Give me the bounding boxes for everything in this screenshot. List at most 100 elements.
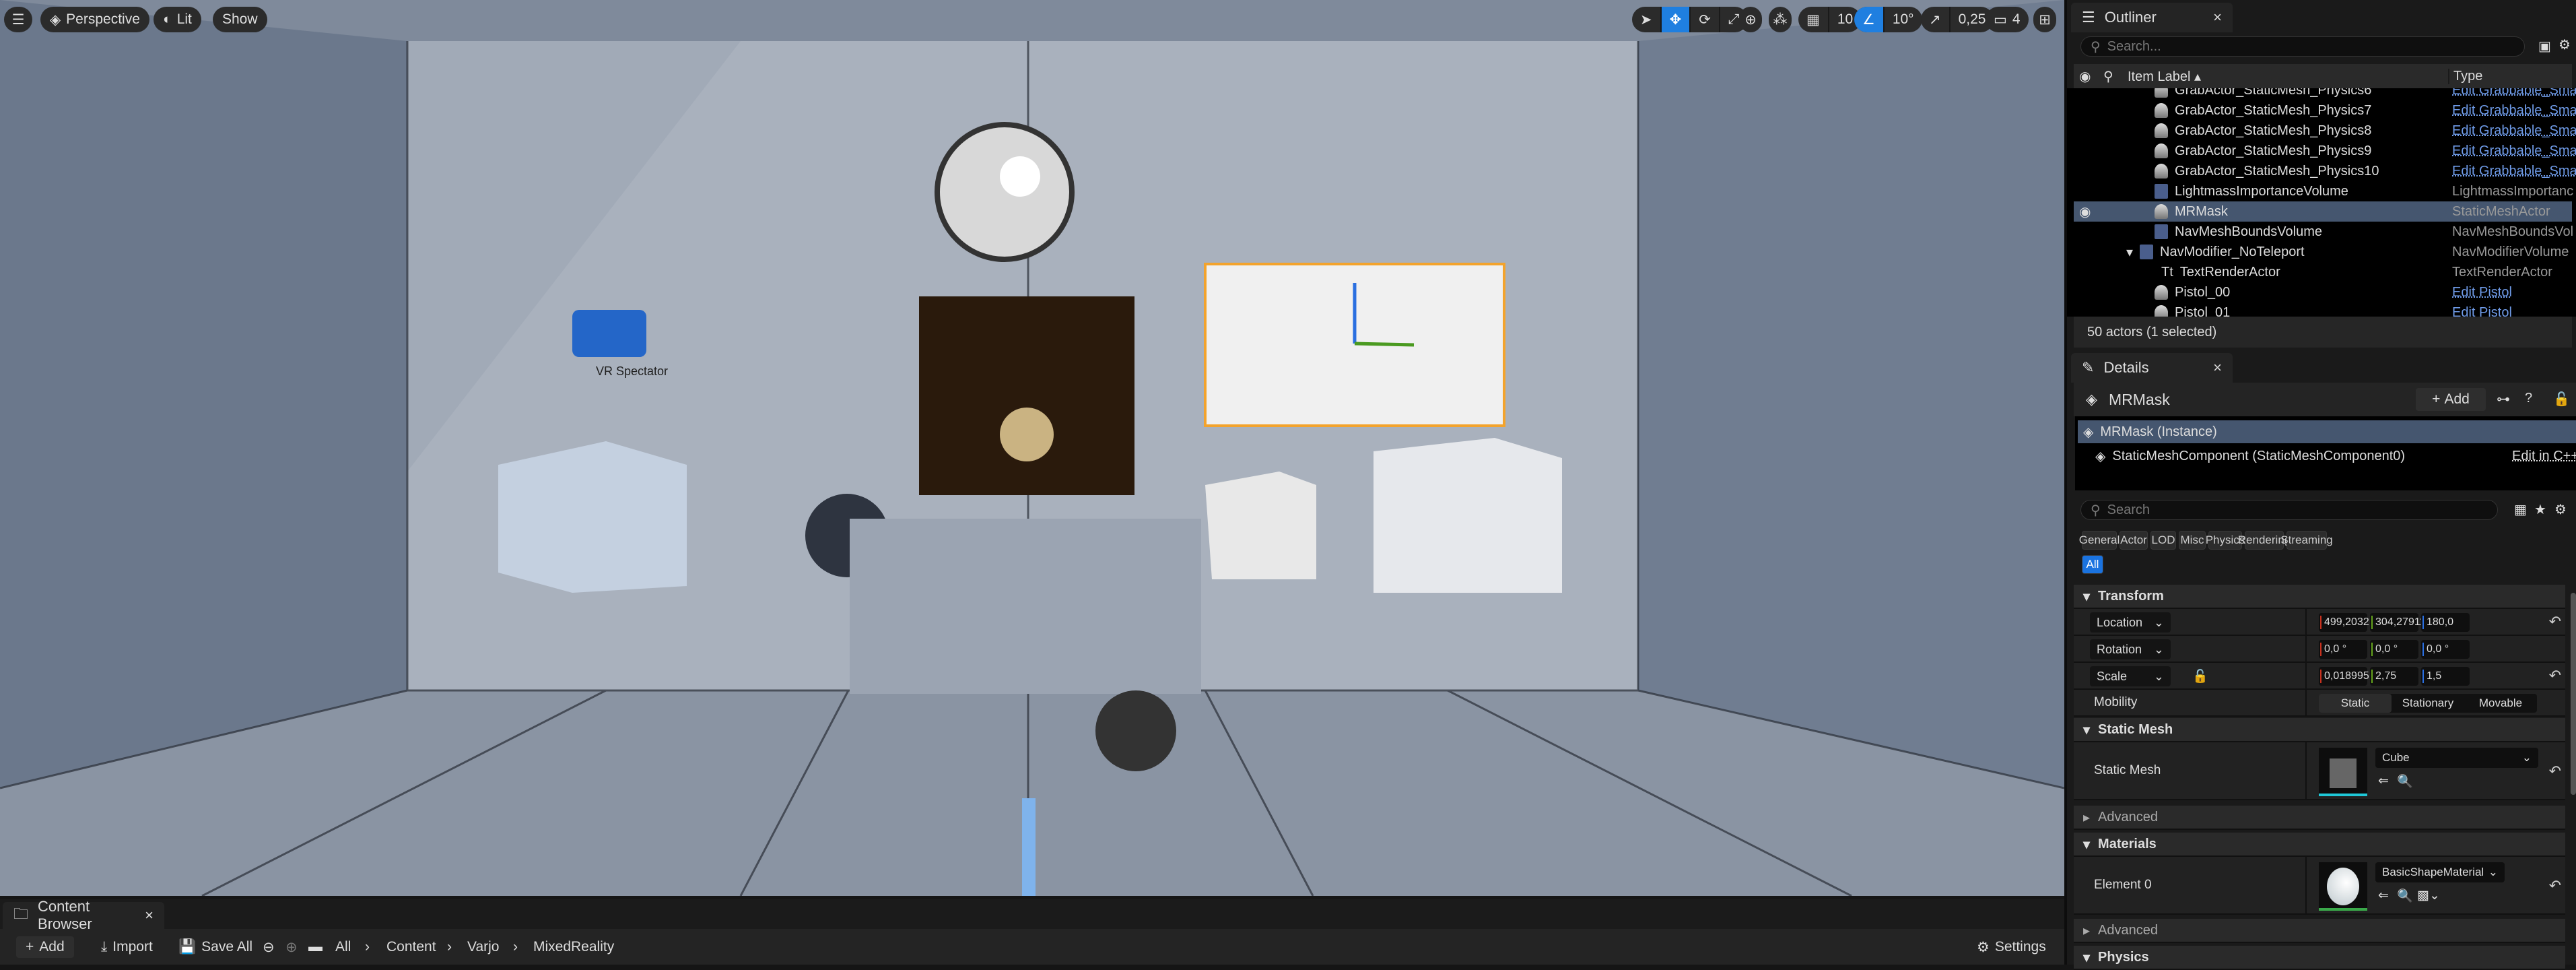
camera-speed-button[interactable]: ▭ 4: [1986, 7, 2029, 32]
lock-icon[interactable]: 🔓: [2192, 668, 2208, 684]
reset-icon[interactable]: ↶: [2549, 763, 2561, 780]
rotation-y-field[interactable]: 0,0 °: [2370, 640, 2418, 659]
grid-view-icon[interactable]: ▦: [2514, 501, 2527, 518]
layout-button[interactable]: ⊞: [2033, 7, 2056, 32]
add-button[interactable]: + Add: [16, 936, 74, 958]
close-icon[interactable]: ×: [145, 907, 154, 924]
item-type[interactable]: Edit Grabbable_Sma: [2452, 103, 2576, 119]
scale-x-field[interactable]: 0,018995: [2319, 667, 2369, 686]
item-type[interactable]: Edit Grabbable_Sma: [2452, 164, 2576, 179]
outliner-row[interactable]: GrabActor_StaticMesh_Physics8 Edit Grabba…: [2074, 121, 2576, 141]
eye-icon[interactable]: ◉: [2079, 68, 2091, 85]
surface-snap-button[interactable]: ⁂: [1769, 7, 1792, 32]
checker-icon[interactable]: ▩⌄: [2417, 888, 2440, 903]
translate-tool-icon[interactable]: ✥: [1660, 7, 1690, 32]
rotation-snap-button[interactable]: ∠ 10°: [1854, 7, 1922, 32]
section-static-mesh[interactable]: ▾ Static Mesh: [2074, 718, 2565, 742]
filter-actor[interactable]: Actor: [2120, 531, 2148, 550]
breadcrumb-content[interactable]: Content: [386, 936, 436, 958]
item-type[interactable]: Edit Pistol: [2452, 305, 2576, 317]
rotation-z-field[interactable]: 0,0 °: [2421, 640, 2470, 659]
outliner-row[interactable]: GrabActor_StaticMesh_Physics6 Edit Grabba…: [2074, 88, 2576, 100]
section-advanced[interactable]: ▸ Advanced: [2074, 919, 2565, 943]
scale-dropdown[interactable]: Scale ⌄: [2090, 666, 2171, 686]
column-item-label[interactable]: Item Label ▴: [2128, 68, 2201, 85]
close-icon[interactable]: ×: [2213, 9, 2222, 26]
component-row-instance[interactable]: ◈ MRMask (Instance): [2078, 420, 2576, 443]
mobility-static[interactable]: Static: [2319, 694, 2392, 713]
outliner-row[interactable]: GrabActor_StaticMesh_Physics10 Edit Grabb…: [2074, 161, 2576, 181]
outliner-row[interactable]: NavMeshBoundsVolume NavMeshBoundsVol: [2074, 222, 2573, 242]
outliner-row[interactable]: Tt TextRenderActor TextRenderActor: [2074, 262, 2572, 282]
section-materials[interactable]: ▾ Materials: [2074, 833, 2565, 857]
perspective-button[interactable]: ◈ Perspective: [40, 7, 149, 32]
browse-icon[interactable]: 🔍: [2397, 888, 2413, 904]
item-type[interactable]: Edit Pistol: [2452, 285, 2576, 300]
section-advanced[interactable]: ▸ Advanced: [2074, 806, 2565, 830]
outliner-row[interactable]: Pistol_00 Edit Pistol: [2074, 282, 2572, 302]
edit-in-cpp-link[interactable]: Edit in C++: [2512, 449, 2576, 464]
location-y-field[interactable]: 304,279114: [2370, 613, 2431, 632]
outliner-row[interactable]: Pistol_01 Edit Pistol: [2074, 302, 2572, 317]
star-icon[interactable]: ★: [2534, 501, 2546, 518]
location-dropdown[interactable]: Location ⌄: [2090, 612, 2171, 633]
add-component-button[interactable]: + Add: [2416, 388, 2486, 411]
lock-icon[interactable]: 🔓: [2553, 391, 2570, 408]
breadcrumb-mixedreality[interactable]: MixedReality: [533, 936, 614, 958]
gear-icon[interactable]: ⚙: [2558, 36, 2571, 53]
expand-arrow-icon[interactable]: ▾: [2126, 244, 2133, 261]
rotation-x-field[interactable]: 0,0 °: [2319, 640, 2367, 659]
scale-snap-button[interactable]: ↗ 0,25: [1921, 7, 1994, 32]
filter-rendering[interactable]: Rendering: [2238, 531, 2291, 550]
outliner-row[interactable]: GrabActor_StaticMesh_Physics7 Edit Grabba…: [2074, 100, 2576, 121]
player-start-arrow[interactable]: [1022, 798, 1036, 896]
use-selected-icon[interactable]: ⇐: [2378, 773, 2389, 789]
mobility-movable[interactable]: Movable: [2464, 694, 2537, 713]
lit-button[interactable]: ◐ Lit: [154, 7, 201, 32]
rotation-dropdown[interactable]: Rotation ⌄: [2090, 639, 2171, 659]
import-button[interactable]: ⤓ Import: [101, 936, 153, 958]
breadcrumb-all[interactable]: All: [335, 936, 351, 958]
filter-misc[interactable]: Misc: [2179, 531, 2206, 550]
scene-render[interactable]: VR Spectator: [0, 0, 2064, 896]
details-search-input[interactable]: ⚲ Search: [2080, 500, 2498, 520]
viewport-menu-button[interactable]: ☰: [4, 7, 32, 32]
reset-icon[interactable]: ↶: [2549, 613, 2561, 630]
item-type[interactable]: Edit Grabbable_Sma: [2452, 123, 2576, 139]
rotate-tool-icon[interactable]: ⟳: [1689, 7, 1719, 32]
outliner-row[interactable]: GrabActor_StaticMesh_Physics9 Edit Grabba…: [2074, 141, 2576, 161]
settings-button[interactable]: ⚙ Settings: [1977, 936, 2046, 958]
mesh-thumbnail[interactable]: [2319, 748, 2367, 796]
close-icon[interactable]: ×: [2213, 359, 2222, 377]
world-local-button[interactable]: ⊕: [1739, 7, 1762, 32]
use-selected-icon[interactable]: ⇐: [2378, 888, 2389, 903]
component-row-staticmesh[interactable]: ◈ StaticMeshComponent (StaticMeshComponen…: [2095, 445, 2576, 467]
select-tool-icon[interactable]: ➤: [1632, 7, 1660, 32]
blueprint-icon[interactable]: ⊶: [2497, 391, 2510, 408]
mobility-stationary[interactable]: Stationary: [2392, 694, 2464, 713]
mesh-picker[interactable]: Cube ⌄: [2375, 748, 2538, 768]
vr-spectator-camera[interactable]: [572, 310, 646, 357]
gear-icon[interactable]: ⚙: [2554, 501, 2567, 518]
outliner-search-input[interactable]: ⚲ Search...: [2080, 36, 2525, 57]
save-all-button[interactable]: 💾 Save All: [178, 936, 252, 958]
location-x-field[interactable]: 499,203214: [2319, 613, 2381, 632]
location-z-field[interactable]: 180,0: [2421, 613, 2470, 632]
details-scrollbar[interactable]: [2571, 593, 2576, 795]
filter-physics[interactable]: Physics: [2206, 531, 2245, 550]
outliner-row[interactable]: LightmassImportanceVolume LightmassImport…: [2074, 181, 2573, 201]
reset-icon[interactable]: ↶: [2549, 877, 2561, 895]
material-picker[interactable]: BasicShapeMaterial ⌄: [2375, 862, 2505, 882]
scale-z-field[interactable]: 1,5: [2421, 667, 2470, 686]
actor-name[interactable]: MRMask: [2109, 391, 2170, 409]
breadcrumb-varjo[interactable]: Varjo: [467, 936, 499, 958]
material-thumbnail[interactable]: [2319, 862, 2367, 911]
outliner-row[interactable]: ▾ NavModifier_NoTeleport NavModifierVolume: [2074, 242, 2572, 262]
eye-icon[interactable]: ◉: [2079, 203, 2091, 220]
gizmo-y-axis[interactable]: [1354, 342, 1415, 347]
filter-general[interactable]: General: [2079, 531, 2120, 550]
reset-icon[interactable]: ↶: [2549, 667, 2561, 684]
scale-y-field[interactable]: 2,75: [2370, 667, 2418, 686]
help-icon[interactable]: ?: [2525, 391, 2532, 406]
grid-snap-button[interactable]: ▦ 10: [1798, 7, 1862, 32]
